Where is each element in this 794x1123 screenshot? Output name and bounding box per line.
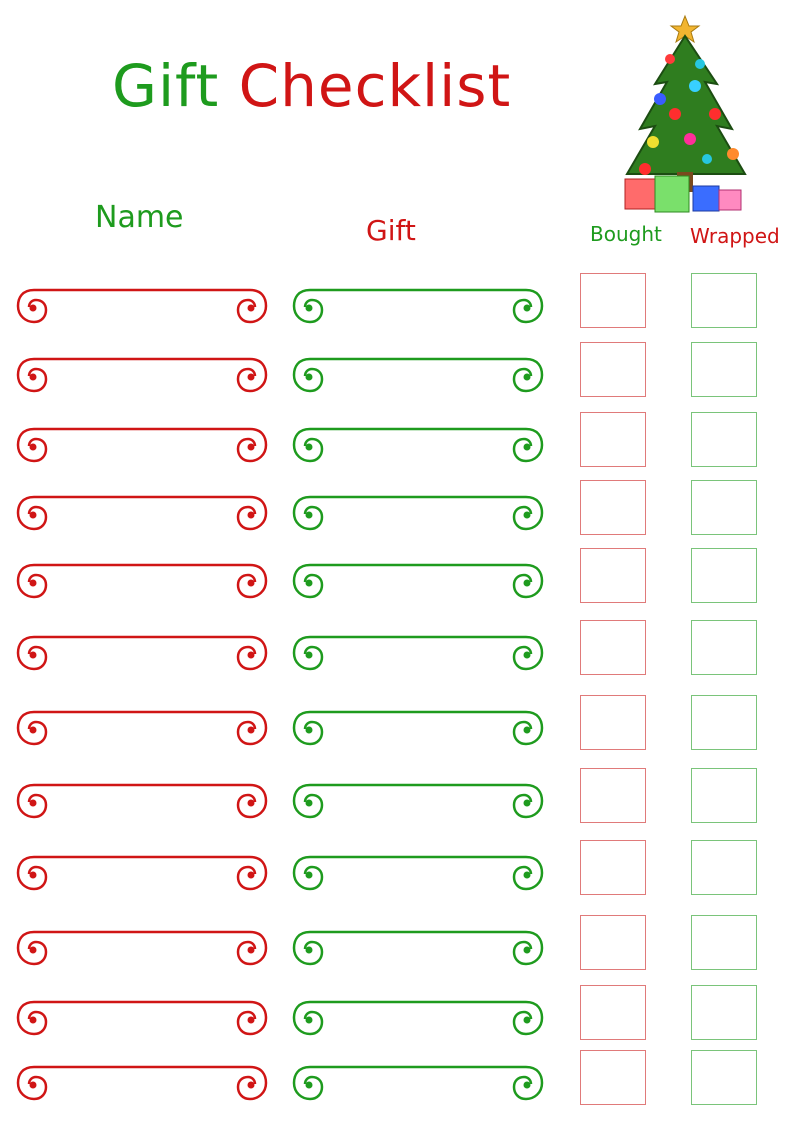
- checklist-row: [0, 412, 794, 475]
- gift-swirl-line[interactable]: [292, 853, 544, 893]
- name-line-field[interactable]: [16, 355, 268, 395]
- checklist-row: [0, 342, 794, 405]
- name-line-field[interactable]: [16, 493, 268, 533]
- name-line-field[interactable]: [16, 998, 268, 1038]
- checklist-row: [0, 1050, 794, 1113]
- name-swirl-line[interactable]: [16, 853, 268, 893]
- name-line-field[interactable]: [16, 928, 268, 968]
- title-word-checklist: Checklist: [238, 52, 512, 120]
- name-swirl-line[interactable]: [16, 561, 268, 601]
- gift-line-field[interactable]: [292, 1063, 544, 1103]
- gift-line-field[interactable]: [292, 781, 544, 821]
- wrapped-checkbox[interactable]: [691, 695, 757, 750]
- checklist-row: [0, 620, 794, 683]
- wrapped-checkbox[interactable]: [691, 273, 757, 328]
- bought-checkbox[interactable]: [580, 768, 646, 823]
- name-swirl-line[interactable]: [16, 928, 268, 968]
- gift-line-field[interactable]: [292, 425, 544, 465]
- name-line-field[interactable]: [16, 286, 268, 326]
- checklist-row: [0, 985, 794, 1048]
- name-line-field[interactable]: [16, 1063, 268, 1103]
- name-swirl-line[interactable]: [16, 286, 268, 326]
- wrapped-checkbox[interactable]: [691, 1050, 757, 1105]
- name-swirl-line[interactable]: [16, 1063, 268, 1103]
- bought-checkbox[interactable]: [580, 985, 646, 1040]
- gift-swirl-line[interactable]: [292, 286, 544, 326]
- checklist-row: [0, 840, 794, 903]
- wrapped-checkbox[interactable]: [691, 840, 757, 895]
- gift-line-field[interactable]: [292, 853, 544, 893]
- checklist-row: [0, 695, 794, 758]
- column-header-gift: Gift: [366, 214, 416, 247]
- gift-line-field[interactable]: [292, 928, 544, 968]
- name-swirl-line[interactable]: [16, 781, 268, 821]
- column-header-name: Name: [95, 200, 184, 235]
- wrapped-checkbox[interactable]: [691, 915, 757, 970]
- checklist-row: [0, 273, 794, 336]
- wrapped-checkbox[interactable]: [691, 620, 757, 675]
- name-swirl-line[interactable]: [16, 355, 268, 395]
- bought-checkbox[interactable]: [580, 840, 646, 895]
- name-line-field[interactable]: [16, 425, 268, 465]
- gift-swirl-line[interactable]: [292, 425, 544, 465]
- gift-swirl-line[interactable]: [292, 928, 544, 968]
- name-swirl-line[interactable]: [16, 998, 268, 1038]
- checklist-row: [0, 915, 794, 978]
- bought-checkbox[interactable]: [580, 695, 646, 750]
- name-swirl-line[interactable]: [16, 708, 268, 748]
- name-line-field[interactable]: [16, 561, 268, 601]
- wrapped-checkbox[interactable]: [691, 342, 757, 397]
- bought-checkbox[interactable]: [580, 273, 646, 328]
- name-line-field[interactable]: [16, 633, 268, 673]
- name-line-field[interactable]: [16, 853, 268, 893]
- bought-checkbox[interactable]: [580, 480, 646, 535]
- gift-line-field[interactable]: [292, 633, 544, 673]
- name-swirl-line[interactable]: [16, 493, 268, 533]
- gift-swirl-line[interactable]: [292, 561, 544, 601]
- bought-checkbox[interactable]: [580, 1050, 646, 1105]
- christmas-tree-icon: [624, 14, 747, 213]
- checklist-row: [0, 548, 794, 611]
- wrapped-checkbox[interactable]: [691, 768, 757, 823]
- bought-checkbox[interactable]: [580, 620, 646, 675]
- wrapped-checkbox[interactable]: [691, 480, 757, 535]
- name-line-field[interactable]: [16, 781, 268, 821]
- name-swirl-line[interactable]: [16, 633, 268, 673]
- gift-swirl-line[interactable]: [292, 1063, 544, 1103]
- gift-swirl-line[interactable]: [292, 781, 544, 821]
- gift-swirl-line[interactable]: [292, 633, 544, 673]
- gift-line-field[interactable]: [292, 708, 544, 748]
- bought-checkbox[interactable]: [580, 412, 646, 467]
- bought-checkbox[interactable]: [580, 548, 646, 603]
- name-line-field[interactable]: [16, 708, 268, 748]
- gift-line-field[interactable]: [292, 998, 544, 1038]
- gift-swirl-line[interactable]: [292, 493, 544, 533]
- checklist-row: [0, 768, 794, 831]
- wrapped-checkbox[interactable]: [691, 985, 757, 1040]
- gift-swirl-line[interactable]: [292, 708, 544, 748]
- gift-line-field[interactable]: [292, 355, 544, 395]
- gift-line-field[interactable]: [292, 286, 544, 326]
- wrapped-checkbox[interactable]: [691, 412, 757, 467]
- name-swirl-line[interactable]: [16, 425, 268, 465]
- bought-checkbox[interactable]: [580, 915, 646, 970]
- gift-line-field[interactable]: [292, 493, 544, 533]
- gift-swirl-line[interactable]: [292, 998, 544, 1038]
- page-title: Gift Checklist: [112, 52, 511, 120]
- checklist-row: [0, 480, 794, 543]
- wrapped-checkbox[interactable]: [691, 548, 757, 603]
- bought-checkbox[interactable]: [580, 342, 646, 397]
- gift-line-field[interactable]: [292, 561, 544, 601]
- column-header-wrapped: Wrapped: [690, 224, 780, 248]
- title-word-gift: Gift: [112, 52, 220, 120]
- gift-swirl-line[interactable]: [292, 355, 544, 395]
- column-header-bought: Bought: [590, 222, 662, 246]
